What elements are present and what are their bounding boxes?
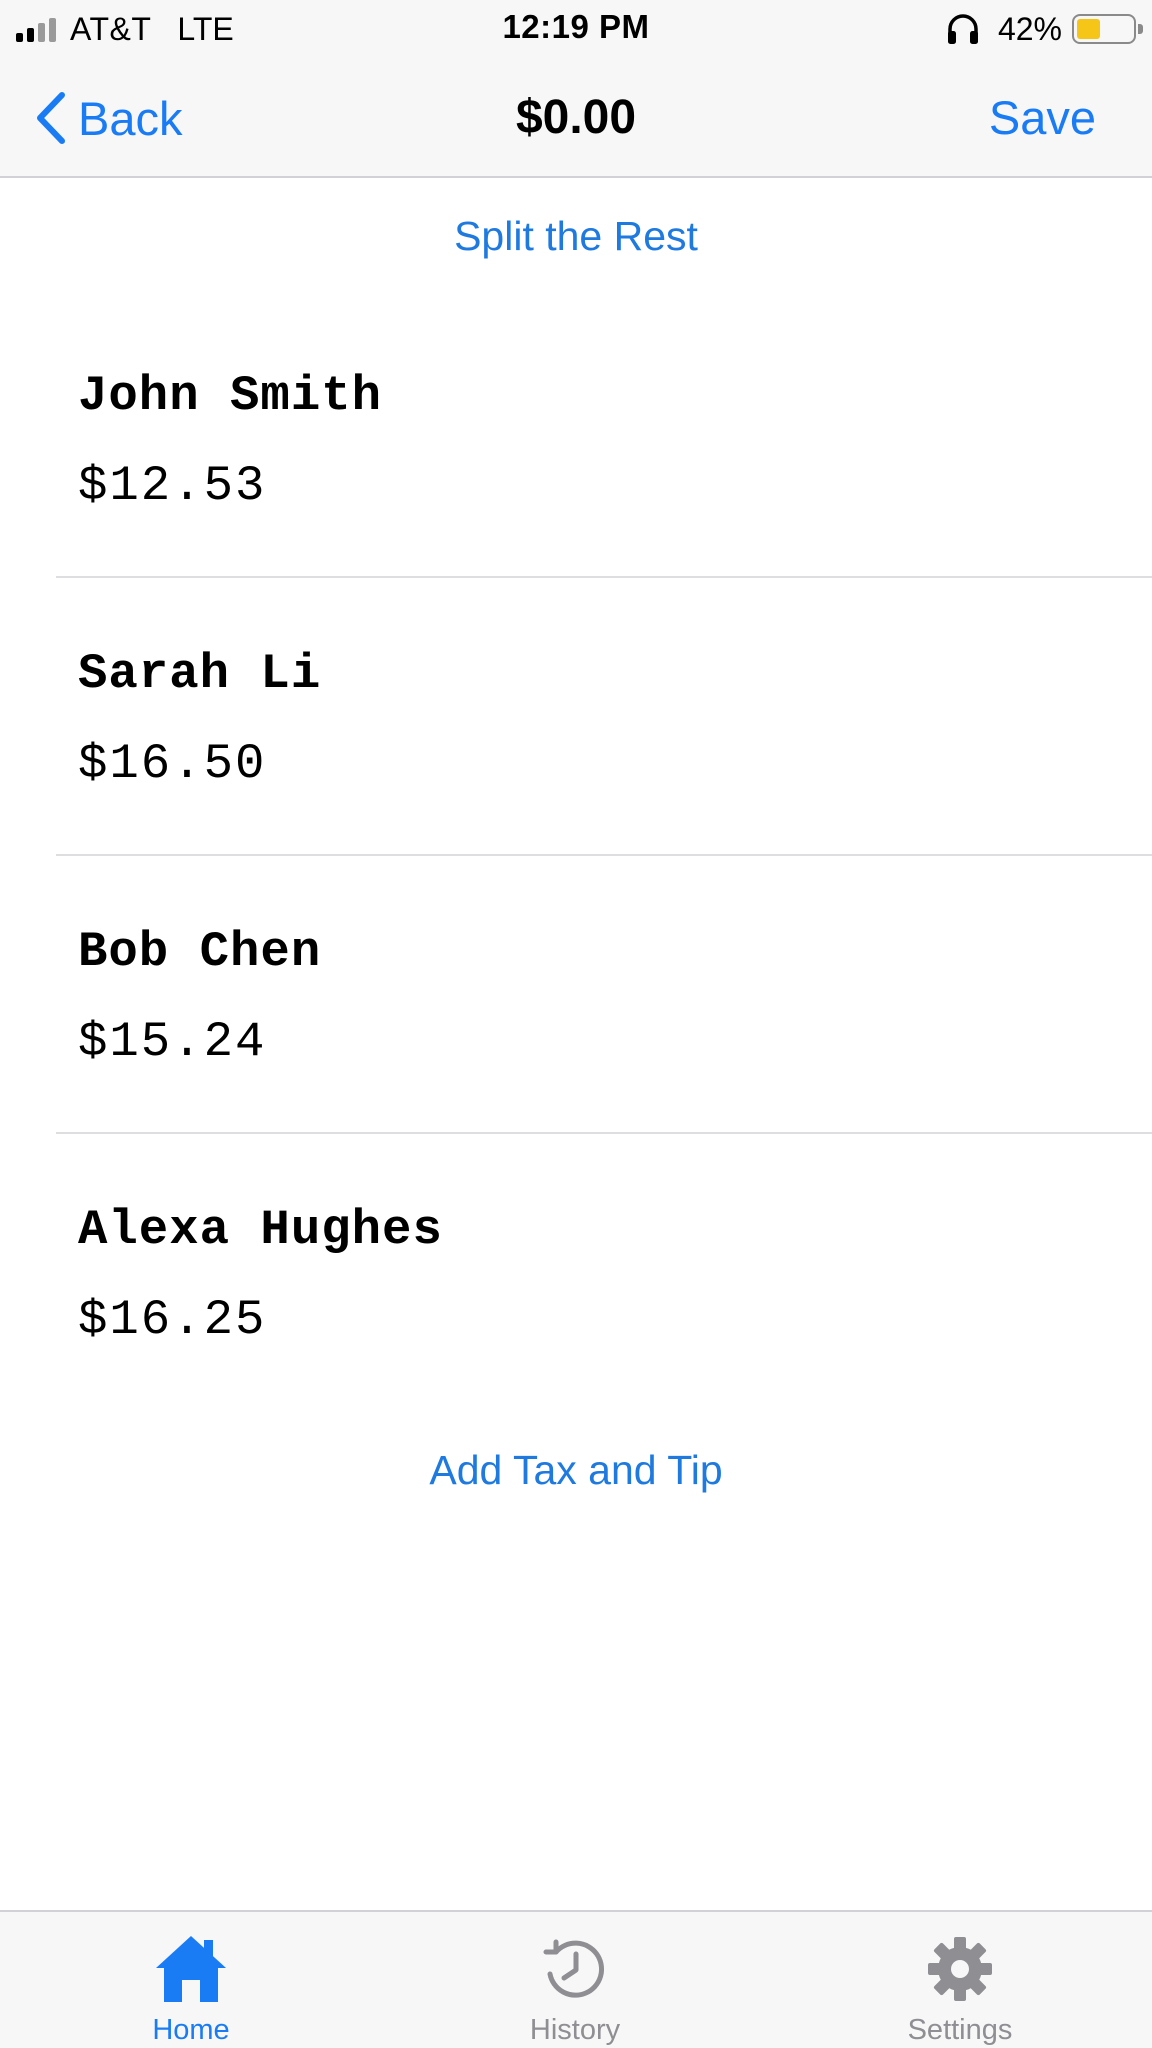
home-icon bbox=[156, 1936, 226, 2002]
status-right: 42% bbox=[946, 10, 1143, 48]
headphones-icon bbox=[947, 14, 978, 44]
person-amount: $15.24 bbox=[78, 1014, 267, 1070]
navigation-bar: Back $0.00 Save bbox=[0, 58, 1152, 178]
battery-icon bbox=[1072, 14, 1143, 44]
person-amount: $12.53 bbox=[78, 458, 267, 514]
tab-settings[interactable]: Settings bbox=[840, 1912, 1080, 2048]
history-icon bbox=[543, 1939, 605, 1998]
gear-icon bbox=[928, 1937, 992, 2001]
person-amount: $16.50 bbox=[78, 736, 267, 792]
person-amount: $16.25 bbox=[78, 1292, 267, 1348]
status-bar: AT&T LTE 12:19 PM 42% bbox=[0, 0, 1152, 58]
tab-settings-label: Settings bbox=[907, 2014, 1013, 2046]
tab-home-label: Home bbox=[152, 2014, 230, 2046]
person-name: Sarah Li bbox=[78, 646, 322, 702]
battery-percent: 42% bbox=[997, 10, 1062, 47]
list-item[interactable]: Alexa Hughes $16.25 bbox=[0, 1134, 1152, 1412]
list-item[interactable]: Bob Chen $15.24 bbox=[0, 856, 1152, 1134]
add-tax-tip-button[interactable]: Add Tax and Tip bbox=[0, 1447, 1152, 1494]
list-item[interactable]: John Smith $12.53 bbox=[0, 300, 1152, 578]
person-name: Alexa Hughes bbox=[78, 1202, 443, 1258]
tab-history[interactable]: History bbox=[455, 1912, 695, 2048]
person-name: John Smith bbox=[78, 368, 383, 424]
tab-bar: Home History Settings bbox=[0, 1910, 1152, 2048]
people-list: John Smith $12.53 Sarah Li $16.50 Bob Ch… bbox=[0, 300, 1152, 1412]
battery-level-fill bbox=[1077, 19, 1100, 39]
split-rest-button[interactable]: Split the Rest bbox=[0, 213, 1152, 260]
page-title: $0.00 bbox=[515, 91, 637, 144]
tab-home[interactable]: Home bbox=[71, 1912, 311, 2048]
person-name: Bob Chen bbox=[78, 924, 322, 980]
tab-history-label: History bbox=[529, 2014, 621, 2046]
save-button[interactable]: Save bbox=[989, 88, 1096, 148]
list-item[interactable]: Sarah Li $16.50 bbox=[0, 578, 1152, 856]
